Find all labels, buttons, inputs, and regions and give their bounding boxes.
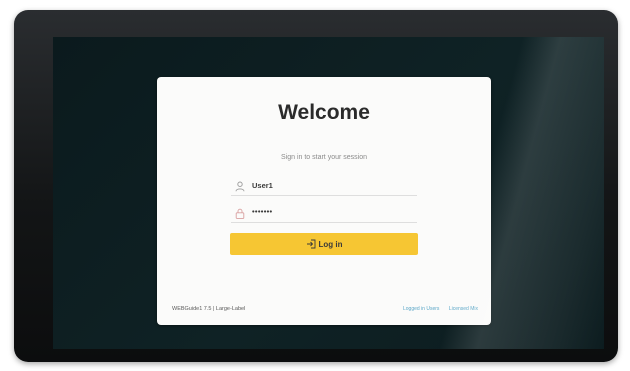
license-link[interactable]: Licensed Mix — [449, 306, 478, 312]
version-label: WEBGuide1 7.5 | Large-Label — [172, 306, 246, 312]
password-field[interactable]: ••••••• — [231, 205, 417, 223]
login-button-label: Log in — [318, 239, 343, 249]
login-arrow-icon — [306, 239, 315, 249]
login-card: Welcome Sign in to start your session Us… — [157, 77, 491, 325]
user-icon — [235, 181, 245, 192]
logged-in-users-link[interactable]: Logged in Users — [403, 306, 439, 312]
username-field[interactable]: User1 — [231, 178, 417, 196]
login-subtitle: Sign in to start your session — [281, 154, 367, 161]
password-value: ••••••• — [252, 207, 273, 216]
monitor-bezel: Welcome Sign in to start your session Us… — [14, 10, 618, 362]
footer-links: Logged in Users Licensed Mix — [395, 306, 478, 312]
login-button[interactable]: Log in — [230, 233, 418, 255]
page-title: Welcome — [278, 101, 370, 124]
screen: Welcome Sign in to start your session Us… — [53, 37, 604, 349]
lock-icon — [235, 208, 245, 219]
username-value: User1 — [252, 181, 273, 190]
